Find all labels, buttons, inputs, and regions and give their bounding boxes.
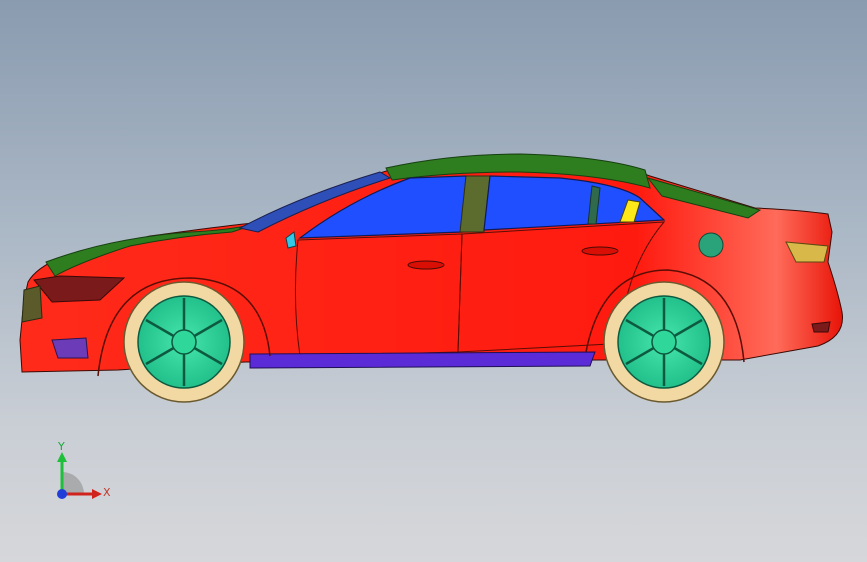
front-door-handle [407,260,445,270]
rear-wheel [603,281,725,403]
rear-door-handle [581,246,619,256]
front-wheel [123,281,245,403]
rear-reflector [811,321,831,333]
y-axis-label: Y [58,440,65,453]
cad-viewport[interactable]: Y X [0,0,867,562]
triad-axes-icon [57,452,102,499]
x-axis-label: X [103,486,111,499]
coordinate-triad: Y X [40,432,120,512]
side-sill [249,351,596,369]
fog-lamp [51,337,89,359]
fuel-cap [698,232,724,258]
grille [21,285,43,323]
car-model[interactable] [0,0,867,562]
